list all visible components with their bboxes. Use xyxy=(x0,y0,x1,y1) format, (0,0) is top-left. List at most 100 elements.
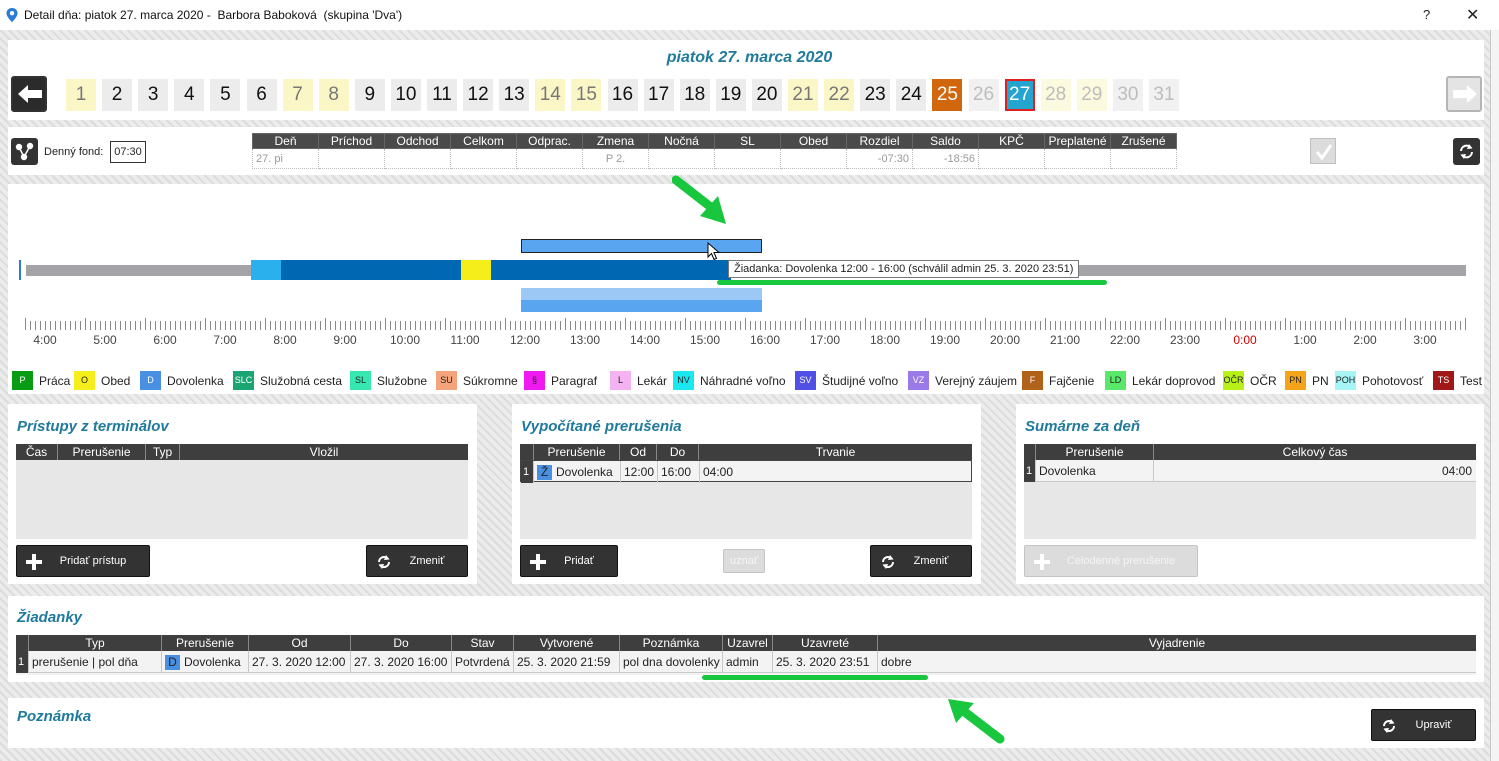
cell-od: 12:00 xyxy=(621,461,658,483)
previous-day-button[interactable] xyxy=(11,76,47,112)
cell-celkovy-cas: 04:00 xyxy=(1441,464,1472,478)
day-27[interactable]: 27 xyxy=(1004,79,1035,111)
shift-bar-afternoon[interactable] xyxy=(491,260,731,280)
cell-vyjadrenie: dobre xyxy=(881,655,912,669)
legend-swatch: SLC xyxy=(233,371,254,390)
col-prerusenie[interactable]: Prerušenie xyxy=(162,635,249,651)
close-button[interactable]: ✕ xyxy=(1466,5,1479,25)
org-chart-button[interactable] xyxy=(11,138,38,165)
cell-od: 27. 3. 2020 12:00 xyxy=(249,651,351,673)
day-5[interactable]: 5 xyxy=(210,79,241,111)
day-29[interactable]: 29 xyxy=(1076,79,1107,111)
day-21[interactable]: 21 xyxy=(788,79,818,111)
fund-cell-6 xyxy=(648,148,715,169)
summary-grid[interactable]: Prerušenie Celkový čas 1 Dovolenka 04:00 xyxy=(1024,444,1476,539)
col-prerusenie[interactable]: Prerušenie xyxy=(534,444,620,460)
day-30[interactable]: 30 xyxy=(1112,79,1143,111)
legend-label: Paragraf xyxy=(551,373,598,388)
col-vytvorene[interactable]: Vytvorené xyxy=(514,635,620,651)
legend-label: Verejný záujem xyxy=(935,373,1018,388)
col-poznamka[interactable]: Poznámka xyxy=(620,635,723,651)
day-15[interactable]: 15 xyxy=(571,79,602,111)
day-25[interactable]: 25 xyxy=(932,79,963,111)
col-uzavrete[interactable]: Uzavreté xyxy=(773,635,878,651)
hour-label: 2:00 xyxy=(1353,333,1377,347)
legend-swatch: LD xyxy=(1105,371,1126,390)
day-31[interactable]: 31 xyxy=(1149,79,1179,111)
help-button[interactable]: ? xyxy=(1423,7,1430,22)
day-2[interactable]: 2 xyxy=(102,79,133,111)
day-7[interactable]: 7 xyxy=(282,79,313,111)
requests-grid[interactable]: Typ Prerušenie Od Do Stav Vytvorené Pozn… xyxy=(16,635,1476,675)
col-do[interactable]: Do xyxy=(351,635,452,651)
day-24[interactable]: 24 xyxy=(896,79,927,111)
day-10[interactable]: 10 xyxy=(390,79,421,111)
change-access-button[interactable]: Zmeniť xyxy=(366,545,468,577)
day-9[interactable]: 9 xyxy=(354,79,385,111)
fund-col-6: Nočná xyxy=(648,133,715,149)
timeline-tooltip: Žiadanka: Dovolenka 12:00 - 16:00 (schvá… xyxy=(728,260,1080,278)
day-26[interactable]: 26 xyxy=(968,79,999,111)
day-11[interactable]: 11 xyxy=(427,79,457,111)
accept-button[interactable]: uznať xyxy=(723,549,765,573)
day-6[interactable]: 6 xyxy=(246,79,277,111)
computed-grid[interactable]: Prerušenie Od Do Trvanie 1 Ž Dovolenka 12… xyxy=(520,444,972,539)
add-access-button[interactable]: Pridať prístup xyxy=(16,545,150,577)
change-break-button[interactable]: Zmeniť xyxy=(870,545,972,577)
day-19[interactable]: 19 xyxy=(715,79,746,111)
edit-note-button[interactable]: Upraviť xyxy=(1371,709,1476,741)
day-12[interactable]: 12 xyxy=(463,79,494,111)
col-prerusenie[interactable]: Prerušenie xyxy=(1036,444,1154,460)
day-18[interactable]: 18 xyxy=(679,79,710,111)
table-row[interactable]: 1 Dovolenka 04:00 xyxy=(1024,460,1476,482)
day-23[interactable]: 23 xyxy=(860,79,891,111)
day-22[interactable]: 22 xyxy=(824,79,855,111)
day-20[interactable]: 20 xyxy=(751,79,782,111)
col-prerusenie[interactable]: Prerušenie xyxy=(58,444,146,460)
col-od[interactable]: Od xyxy=(249,635,351,651)
col-trvanie[interactable]: Trvanie xyxy=(699,444,972,460)
day-4[interactable]: 4 xyxy=(174,79,205,111)
computed-break-bar[interactable] xyxy=(521,288,762,312)
fund-col-3: Celkom xyxy=(450,133,517,149)
day-14[interactable]: 14 xyxy=(535,79,566,111)
col-typ[interactable]: Typ xyxy=(146,444,180,460)
cursor-icon xyxy=(707,242,720,261)
day-13[interactable]: 13 xyxy=(499,79,530,111)
table-row[interactable]: 1 Ž Dovolenka 12:00 16:00 04:00 xyxy=(520,460,972,483)
lunch-bar[interactable] xyxy=(461,260,491,280)
table-row[interactable]: 1 prerušenie | pol dňa D Dovolenka 27. 3.… xyxy=(16,651,1476,673)
shift-bar-start[interactable] xyxy=(251,260,281,280)
day-17[interactable]: 17 xyxy=(643,79,674,111)
day-3[interactable]: 3 xyxy=(138,79,169,111)
col-stav[interactable]: Stav xyxy=(452,635,514,651)
col-vlozil[interactable]: Vložil xyxy=(180,444,468,460)
refresh-button[interactable] xyxy=(1453,138,1480,165)
col-uzavrel[interactable]: Uzavrel xyxy=(723,635,773,651)
fund-cell-13 xyxy=(1110,148,1177,169)
col-celkovy-cas[interactable]: Celkový čas xyxy=(1154,444,1476,460)
legend-label: Obed xyxy=(101,373,131,388)
cell-typ: prerušenie | pol dňa xyxy=(29,651,162,673)
request-bar[interactable] xyxy=(521,239,762,253)
day-1[interactable]: 1 xyxy=(66,79,96,111)
col-do[interactable]: Do xyxy=(657,444,699,460)
shift-bar-morning[interactable] xyxy=(281,260,461,280)
fullday-break-button[interactable]: Celodenné prerušenie xyxy=(1024,545,1198,577)
col-od[interactable]: Od xyxy=(620,444,657,460)
fund-col-7: SL xyxy=(714,133,781,149)
legend-label: Test xyxy=(1460,373,1483,388)
col-vyjadrenie[interactable]: Vyjadrenie xyxy=(878,635,1476,651)
confirm-button[interactable] xyxy=(1310,138,1336,164)
badge-d: D xyxy=(165,655,180,671)
day-16[interactable]: 16 xyxy=(607,79,638,111)
day-28[interactable]: 28 xyxy=(1040,79,1071,111)
badge-zi: Ž xyxy=(537,465,552,481)
terminal-grid[interactable]: Čas Prerušenie Typ Vložil xyxy=(16,444,468,539)
col-typ[interactable]: Typ xyxy=(29,635,162,651)
day-8[interactable]: 8 xyxy=(318,79,349,111)
legend-label: Lekár doprovod xyxy=(1132,373,1216,388)
col-cas[interactable]: Čas xyxy=(16,444,58,460)
add-break-button[interactable]: Pridať xyxy=(520,545,618,577)
next-day-button[interactable] xyxy=(1446,76,1482,112)
